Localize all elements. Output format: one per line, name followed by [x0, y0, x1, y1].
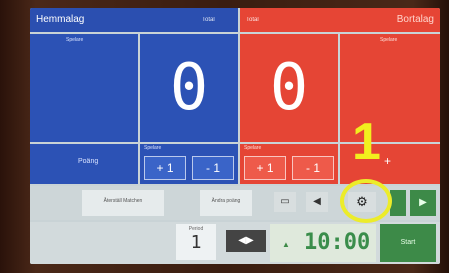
- sound-icon[interactable]: ◀: [306, 192, 328, 212]
- away-header-tag: Total: [246, 17, 259, 23]
- start-button[interactable]: Start: [380, 224, 436, 262]
- next-icon[interactable]: ▶: [410, 190, 436, 216]
- home-small-label: Spelare: [144, 145, 162, 151]
- away-minus-button[interactable]: - 1: [292, 156, 334, 180]
- away-panel-label: Spelare: [380, 37, 398, 43]
- scoreboard-screen: Hemmalag Total Total Bortalag Spelare 0 …: [30, 8, 440, 264]
- home-score-panel[interactable]: 0: [140, 34, 238, 142]
- home-score-label: Poäng: [78, 158, 99, 165]
- home-header-tag: Total: [202, 17, 215, 23]
- period-box[interactable]: Period 1: [176, 224, 216, 260]
- annotation-callout: 1: [352, 113, 381, 171]
- away-score-panel[interactable]: 0: [240, 34, 338, 142]
- display-icon[interactable]: ▭: [274, 192, 296, 212]
- home-header: Hemmalag Total: [30, 8, 238, 32]
- away-plus-button[interactable]: + 1: [244, 156, 286, 180]
- home-adjust-panel: Spelare + 1 - 1: [140, 144, 238, 184]
- home-player-panel[interactable]: Spelare: [30, 34, 138, 142]
- clock-play-icon: ▲: [282, 240, 290, 249]
- away-adjust-panel: Spelare + 1 - 1: [240, 144, 338, 184]
- away-score: 0: [269, 51, 309, 125]
- period-value: 1: [190, 232, 202, 253]
- away-small-label: Spelare: [244, 145, 262, 151]
- home-score: 0: [169, 51, 209, 125]
- clock-panel[interactable]: ▲ 10:00: [270, 224, 376, 262]
- home-minus-button[interactable]: - 1: [192, 156, 234, 180]
- period-label: Period: [188, 226, 204, 232]
- home-plus-button[interactable]: + 1: [144, 156, 186, 180]
- home-foul-panel[interactable]: Poäng: [30, 144, 138, 184]
- home-panel-label: Spelare: [66, 37, 84, 43]
- edit-score-button[interactable]: Ändra poäng: [200, 190, 252, 216]
- game-clock: 10:00: [304, 230, 371, 255]
- away-add-label: +: [384, 154, 392, 168]
- period-arrows-icon[interactable]: ◀▶: [226, 230, 266, 252]
- away-header: Total Bortalag: [240, 8, 440, 32]
- highlight-circle: [340, 179, 392, 223]
- away-team-name[interactable]: Bortalag: [397, 8, 434, 32]
- home-team-name[interactable]: Hemmalag: [36, 8, 84, 32]
- reset-match-button[interactable]: Återställ Matchen: [82, 190, 164, 216]
- home-flag-icon[interactable]: [390, 190, 406, 216]
